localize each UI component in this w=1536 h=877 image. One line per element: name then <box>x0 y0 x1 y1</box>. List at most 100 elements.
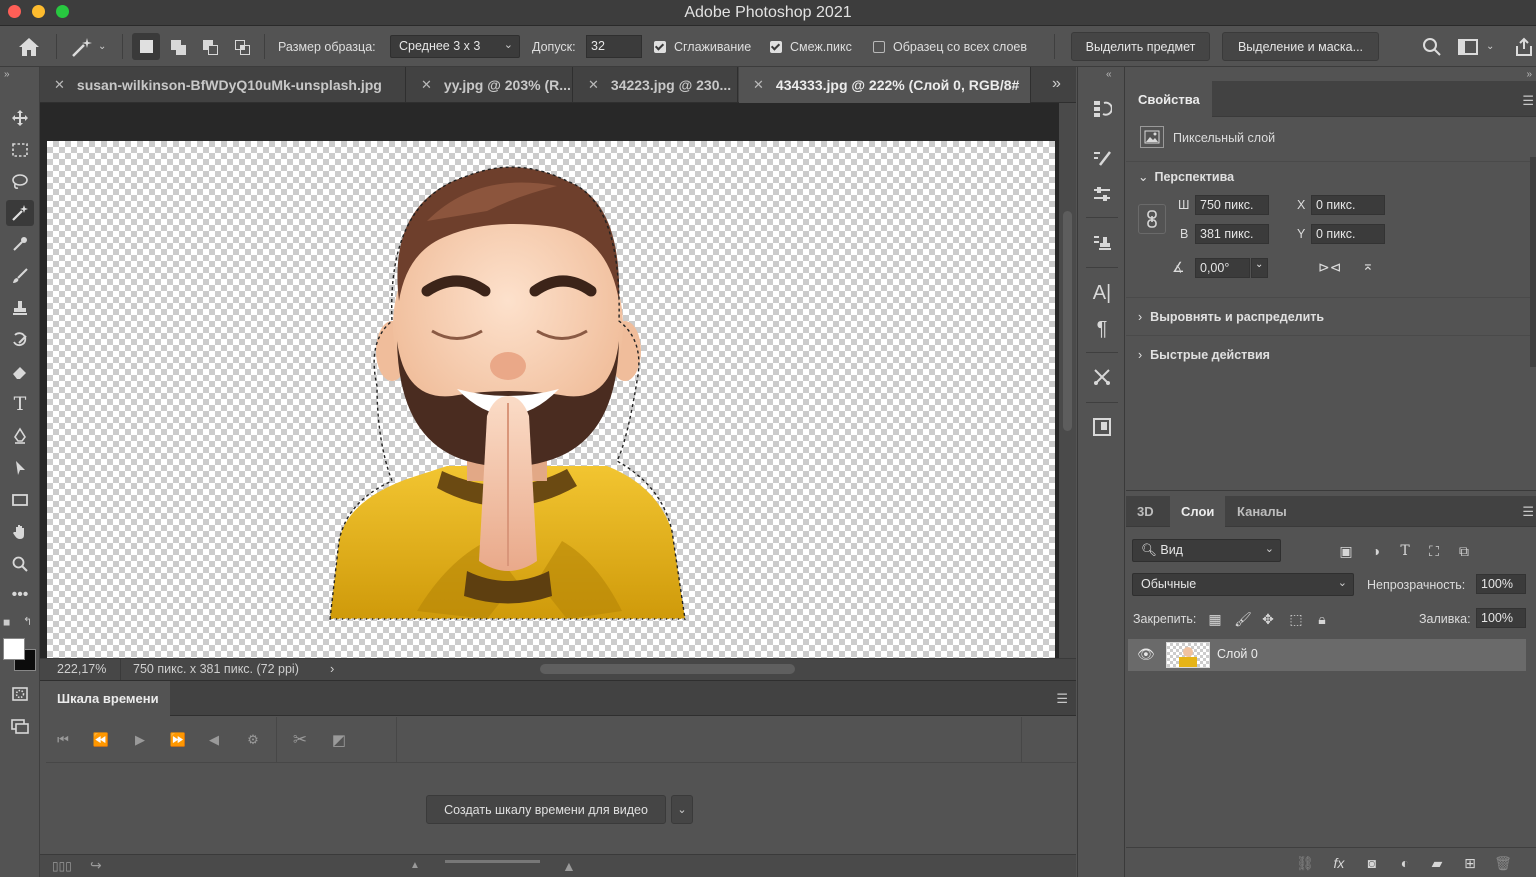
fill-input[interactable]: 100% <box>1476 608 1526 628</box>
more-tools-button[interactable]: ••• <box>6 582 34 608</box>
trash-icon[interactable]: 🗑︎ <box>1494 854 1512 872</box>
eyedropper-tool[interactable] <box>6 231 34 257</box>
flip-horizontal-icon[interactable]: ⊳⊲ <box>1318 259 1341 276</box>
previous-frame-icon[interactable]: ⏪ <box>90 729 112 751</box>
close-icon[interactable]: ✕ <box>421 77 432 93</box>
zoom-tool[interactable] <box>6 551 34 577</box>
play-icon[interactable]: ▶ <box>129 729 151 751</box>
screen-mode-button[interactable] <box>6 713 34 739</box>
rectangle-tool[interactable] <box>6 487 34 513</box>
fx-icon[interactable]: fx <box>1330 854 1348 872</box>
default-colors-icon[interactable]: ◼ <box>3 617 10 628</box>
antialias-checkbox[interactable]: Сглаживание <box>654 26 751 67</box>
panel-menu-icon[interactable]: ☰ <box>1056 691 1068 707</box>
tab-properties[interactable]: Свойства <box>1126 81 1212 117</box>
type-tool[interactable]: T <box>6 391 34 417</box>
tool-preset-picker[interactable]: ⌄ <box>70 26 106 67</box>
history-panel-icon[interactable] <box>1090 97 1114 121</box>
artboard-panel-icon[interactable] <box>1090 415 1114 439</box>
subtract-selection-mode-button[interactable] <box>196 33 224 60</box>
canvas-vertical-scrollbar[interactable] <box>1059 103 1076 658</box>
canvas-horizontal-scrollbar[interactable] <box>540 664 795 674</box>
tools-presets-icon[interactable] <box>1090 365 1114 389</box>
home-button[interactable] <box>18 26 40 67</box>
collapse-icon[interactable]: » <box>4 69 10 80</box>
panel-menu-icon[interactable]: ☰ <box>1522 93 1534 109</box>
panel-menu-icon[interactable]: ☰ <box>1522 504 1534 520</box>
x-input[interactable]: 0 пикс. <box>1311 195 1385 215</box>
new-layer-icon[interactable]: ⊞ <box>1461 854 1479 872</box>
link-dimensions-button[interactable] <box>1138 204 1166 234</box>
eye-visibility-icon[interactable]: 👁︎ <box>1137 646 1155 663</box>
filter-adjustment-icon[interactable]: ◑ <box>1367 542 1385 560</box>
tab-channels[interactable]: Каналы <box>1226 496 1298 527</box>
lock-pixels-icon[interactable]: 🖌︎ <box>1234 610 1252 628</box>
close-icon[interactable]: ✕ <box>54 77 65 93</box>
history-brush-tool[interactable] <box>6 327 34 353</box>
tolerance-input[interactable]: 32 <box>586 35 642 58</box>
height-input[interactable]: 381 пикс. <box>1195 224 1269 244</box>
frames-icon[interactable]: ▯▯▯ <box>52 859 72 873</box>
canvas-area[interactable] <box>40 103 1076 658</box>
tab-timeline[interactable]: Шкала времени <box>40 681 170 716</box>
lock-artboard-icon[interactable]: ⬚ <box>1287 610 1305 628</box>
convert-icon[interactable]: ↪ <box>90 857 102 874</box>
add-mask-icon[interactable]: ◙ <box>1363 854 1381 872</box>
close-icon[interactable]: ✕ <box>588 77 599 93</box>
filter-type-icon[interactable]: T <box>1396 542 1414 560</box>
sample-all-layers-checkbox[interactable]: Образец со всех слоев <box>873 26 1027 67</box>
search-button[interactable] <box>1422 26 1442 67</box>
timeline-zoom-slider[interactable] <box>445 860 540 863</box>
move-tool[interactable] <box>6 105 34 131</box>
eraser-tool[interactable] <box>6 359 34 385</box>
path-selection-tool[interactable] <box>6 455 34 481</box>
properties-scrollbar[interactable] <box>1530 157 1536 367</box>
foreground-color-swatch[interactable] <box>3 638 25 660</box>
layer-filter-select[interactable]: 🔍︎ Вид ⌄ <box>1132 539 1281 562</box>
tab-layers[interactable]: Слои <box>1170 496 1226 527</box>
lock-transparency-icon[interactable]: ▦ <box>1206 610 1224 628</box>
hand-tool[interactable] <box>6 519 34 545</box>
opacity-input[interactable]: 100% <box>1476 574 1526 594</box>
tab-3d[interactable]: 3D <box>1126 496 1165 527</box>
folder-icon[interactable]: ▰ <box>1428 854 1446 872</box>
scrollbar-thumb[interactable] <box>1063 211 1072 431</box>
width-input[interactable]: 750 пикс. <box>1195 195 1269 215</box>
lasso-tool[interactable] <box>6 169 34 195</box>
settings-gear-icon[interactable]: ⚙ <box>242 729 264 751</box>
layer-row[interactable]: 👁︎ Слой 0 <box>1128 639 1526 671</box>
pen-tool[interactable] <box>6 423 34 449</box>
share-button[interactable] <box>1514 26 1534 67</box>
swap-colors-icon[interactable]: ↰ <box>23 615 32 628</box>
tab-document-4[interactable]: ✕ 434333.jpg @ 222% (Слой 0, RGB/8# <box>739 67 1031 103</box>
collapse-icon[interactable]: » <box>1526 69 1532 80</box>
angle-dropdown[interactable]: ⌄ <box>1251 258 1268 278</box>
audio-icon[interactable]: ◀ <box>203 729 225 751</box>
intersect-selection-mode-button[interactable] <box>228 33 256 60</box>
align-distribute-section[interactable]: › Выровнять и распределить <box>1138 310 1324 324</box>
collapse-icon[interactable]: « <box>1106 69 1112 80</box>
timeline-type-dropdown[interactable]: ⌄ <box>671 795 693 824</box>
magic-wand-tool[interactable] <box>6 200 34 226</box>
lock-position-icon[interactable]: ✥ <box>1259 610 1277 628</box>
contiguous-checkbox[interactable]: Смеж.пикс <box>770 26 852 67</box>
zoom-in-icon[interactable]: ▲ <box>562 858 576 874</box>
flip-vertical-icon[interactable]: ⌅ <box>1362 257 1374 274</box>
close-icon[interactable]: ✕ <box>753 77 764 93</box>
next-frame-icon[interactable]: ⏩ <box>167 729 189 751</box>
clone-source-icon[interactable] <box>1090 231 1114 255</box>
more-tabs-icon[interactable]: » <box>1052 75 1061 93</box>
character-panel-icon[interactable]: A| <box>1090 281 1114 305</box>
quick-mask-button[interactable] <box>6 681 34 707</box>
select-subject-button[interactable]: Выделить предмет <box>1071 32 1210 61</box>
adjustments-icon[interactable] <box>1090 182 1114 206</box>
brush-tool[interactable] <box>6 263 34 289</box>
zoom-out-icon[interactable]: ▲ <box>410 860 420 871</box>
add-selection-mode-button[interactable] <box>164 33 192 60</box>
paragraph-panel-icon[interactable]: ¶ <box>1090 317 1114 341</box>
document-canvas[interactable] <box>47 141 1055 658</box>
scissors-icon[interactable]: ✂ <box>289 729 311 751</box>
select-and-mask-button[interactable]: Выделение и маска... <box>1222 32 1379 61</box>
zoom-level[interactable]: 222,17% <box>57 662 106 676</box>
adjustment-layer-icon[interactable]: ◐ <box>1396 854 1414 872</box>
